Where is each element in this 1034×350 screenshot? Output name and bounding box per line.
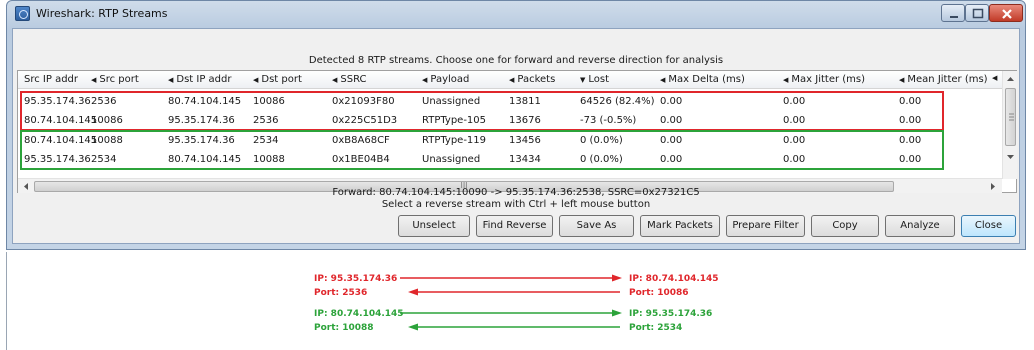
overflow-column-arrow-icon: ◀ — [992, 74, 998, 82]
red-stream-pair-outline — [20, 91, 944, 131]
column-header[interactable]: ◀ Max Jitter (ms) — [783, 74, 865, 85]
scroll-down-icon[interactable] — [1003, 151, 1018, 163]
forward-status-text: Forward: 80.74.104.145:10090 -> 95.35.17… — [332, 187, 700, 198]
sort-arrow-icon: ◀ — [509, 76, 515, 84]
green-stream-pair-outline — [20, 130, 944, 170]
green-forward-arrow — [400, 309, 622, 317]
column-header[interactable]: ◀ Src port — [91, 74, 139, 85]
window-title: Wireshark: RTP Streams — [36, 7, 168, 20]
sort-arrow-icon: ◀ — [168, 76, 174, 84]
column-header-label: Payload — [430, 74, 470, 85]
column-header[interactable]: ◀ Packets — [509, 74, 555, 85]
vertical-scroll-thumb[interactable] — [1005, 88, 1016, 146]
red-forward-arrow — [400, 274, 622, 282]
sort-arrow-icon: ◀ — [783, 76, 789, 84]
green-reverse-arrow — [408, 323, 620, 331]
column-header[interactable]: ◀ SSRC — [332, 74, 367, 85]
table-header: Src IP addr ◀ Src port ◀ Dst IP addr ◀ Dst por… — [18, 71, 1002, 89]
mark-packets-button[interactable]: Mark Packets — [640, 215, 720, 237]
rtp-streams-table[interactable]: Src IP addr ◀ Src port ◀ Dst IP addr ◀ Dst por… — [17, 70, 1017, 193]
column-header[interactable]: ◀ Payload — [422, 74, 469, 85]
minimize-button[interactable] — [941, 4, 965, 22]
column-header[interactable]: ◀ Dst IP addr — [168, 74, 232, 85]
diagram-arrows — [400, 274, 622, 331]
reverse-hint-text: Select a reverse stream with Ctrl + left… — [381, 199, 651, 210]
find-reverse-button[interactable]: Find Reverse — [476, 215, 553, 237]
rtp-streams-window: Wireshark: RTP Streams Detected 8 RTP st… — [6, 0, 1026, 250]
close-icon — [1002, 9, 1012, 19]
column-header-label: Src port — [99, 74, 139, 85]
sort-arrow-icon: ◀ — [660, 76, 666, 84]
vertical-scrollbar[interactable] — [1002, 71, 1017, 179]
column-header-label: Mean Jitter (ms) — [907, 74, 988, 85]
analyze-button[interactable]: Analyze — [885, 215, 955, 237]
column-header-label: Src IP addr — [24, 74, 79, 85]
scroll-up-icon[interactable] — [1003, 73, 1018, 85]
sort-arrow-icon: ◀ — [91, 76, 97, 84]
red-reverse-arrow — [408, 288, 620, 296]
prepare-filter-button[interactable]: Prepare Filter — [726, 215, 805, 237]
dialog-client: Detected 8 RTP streams. Choose one for f… — [12, 28, 1020, 244]
stream-direction-diagram: IP: 95.35.174.36 Port: 2536 IP: 80.74.10… — [0, 252, 1034, 350]
column-header[interactable]: Src IP addr — [24, 74, 78, 85]
copy-button[interactable]: Copy — [811, 215, 879, 237]
column-header-label: Dst IP addr — [176, 74, 232, 85]
unselect-button[interactable]: Unselect — [398, 215, 470, 237]
grip-icon — [1009, 113, 1014, 121]
column-header-label: Lost — [588, 74, 610, 85]
title-bar[interactable]: Wireshark: RTP Streams — [7, 1, 1025, 27]
column-header-label: SSRC — [340, 74, 367, 85]
sort-arrow-icon: ◀ — [422, 76, 428, 84]
close-button[interactable]: Close — [961, 215, 1016, 237]
column-header-label: Packets — [517, 74, 556, 85]
save-as-button[interactable]: Save As — [559, 215, 634, 237]
window-close-button[interactable] — [989, 4, 1023, 22]
sort-descending-icon: ▼ — [580, 76, 586, 84]
maximize-button[interactable] — [965, 4, 989, 22]
column-header[interactable]: ◀ Max Delta (ms) — [660, 74, 745, 85]
wireshark-icon — [15, 6, 30, 21]
column-header-label: Max Delta (ms) — [668, 74, 745, 85]
detected-streams-text: Detected 8 RTP streams. Choose one for f… — [308, 55, 724, 66]
sort-arrow-icon: ◀ — [332, 76, 338, 84]
minimize-icon — [950, 16, 958, 18]
sort-arrow-icon: ◀ — [899, 76, 905, 84]
column-header[interactable]: ◀ Dst port — [253, 74, 302, 85]
maximize-icon — [972, 8, 984, 19]
sort-arrow-icon: ◀ — [253, 76, 259, 84]
column-header-label: Max Jitter (ms) — [791, 74, 866, 85]
column-header-label: Dst port — [261, 74, 302, 85]
column-header[interactable]: ▼ Lost — [580, 74, 609, 85]
column-header[interactable]: ◀ Mean Jitter (ms) — [899, 74, 988, 85]
